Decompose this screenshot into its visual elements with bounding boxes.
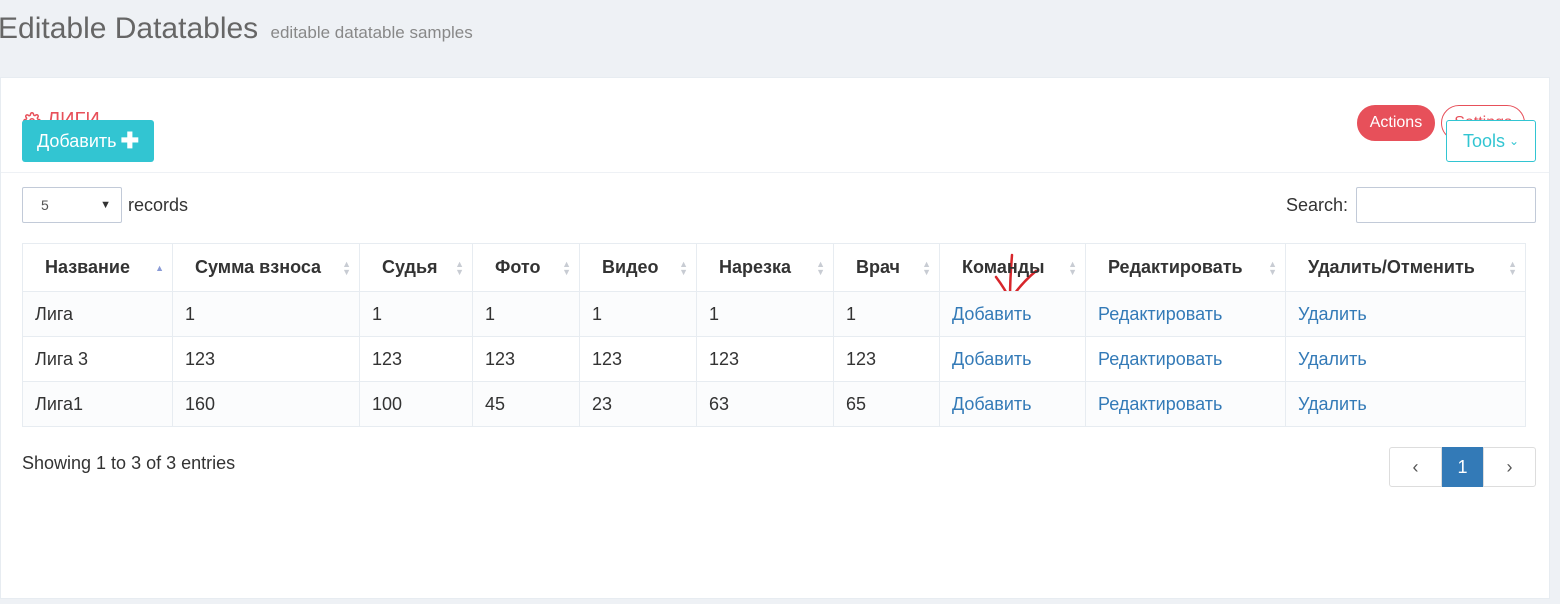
column-header[interactable]: Сумма взноса ▲ ▼	[172, 243, 360, 292]
sort-asc-icon: ▲	[155, 262, 164, 273]
cell-photo: 123	[472, 336, 580, 382]
portlet-header: ЛИГИ Actions Settings	[1, 78, 1549, 173]
column-header[interactable]: Фото ▲ ▼	[472, 243, 580, 292]
edit-link[interactable]: Редактировать	[1085, 381, 1286, 427]
column-header[interactable]: Название ▲	[22, 243, 173, 292]
cell-judge: 1	[359, 291, 473, 337]
cell-cut: 1	[696, 291, 834, 337]
table-row: Лига 3 123 123 123 123 123 123 Добавить …	[22, 336, 1526, 382]
pagination: ‹ 1 ›	[1389, 447, 1536, 487]
plus-icon: ✚	[120, 128, 139, 153]
column-header-label: Врач	[856, 257, 901, 277]
cell-cut: 123	[696, 336, 834, 382]
sort-icon: ▲ ▼	[1068, 258, 1077, 277]
column-header[interactable]: Команды ▲ ▼	[939, 243, 1086, 292]
add-teams-link[interactable]: Добавить	[939, 336, 1086, 382]
cell-photo: 45	[472, 381, 580, 427]
chevron-down-icon: ⌄	[1508, 134, 1520, 148]
search-control: Search:	[1286, 187, 1536, 223]
sort-icon: ▲ ▼	[679, 258, 688, 277]
column-header[interactable]: Видео ▲ ▼	[579, 243, 697, 292]
column-header-label: Фото	[495, 257, 541, 277]
sort-icon: ▲ ▼	[816, 258, 825, 277]
sort-icon: ▲ ▼	[455, 258, 464, 277]
cell-doctor: 1	[833, 291, 940, 337]
records-length-control: 5 ▼ records	[22, 187, 188, 223]
records-label: records	[128, 194, 189, 215]
cell-cut: 63	[696, 381, 834, 427]
cell-video: 123	[579, 336, 697, 382]
column-header-label: Видео	[602, 257, 659, 277]
column-header[interactable]: Нарезка ▲ ▼	[696, 243, 834, 292]
records-select-value: 5	[41, 197, 49, 213]
tools-button-label: Tools	[1462, 130, 1505, 151]
cell-name: Лига1	[22, 381, 173, 427]
page-button-current[interactable]: 1	[1442, 447, 1483, 487]
add-teams-link[interactable]: Добавить	[939, 381, 1086, 427]
edit-link[interactable]: Редактировать	[1085, 291, 1286, 337]
page-subtitle: editable datatable samples	[270, 23, 473, 42]
cell-name: Лига	[22, 291, 173, 337]
prev-page-button[interactable]: ‹	[1389, 447, 1442, 487]
cell-doctor: 65	[833, 381, 940, 427]
cell-judge: 123	[359, 336, 473, 382]
sort-icon: ▲ ▼	[342, 258, 351, 277]
search-input[interactable]	[1356, 187, 1536, 223]
add-button[interactable]: Добавить ✚	[22, 120, 154, 162]
caret-down-icon: ▼	[100, 199, 111, 211]
cell-fee: 1	[172, 291, 360, 337]
delete-link[interactable]: Удалить	[1285, 381, 1526, 427]
add-teams-link[interactable]: Добавить	[939, 291, 1086, 337]
table-row: Лига 1 1 1 1 1 1 Добавить Редактировать …	[22, 291, 1526, 337]
leagues-table: Название ▲ Сумма взноса ▲ ▼ Судья ▲ ▼ Фото ▲ ▼ …	[22, 243, 1526, 427]
records-select[interactable]: 5 ▼	[22, 187, 122, 223]
delete-link[interactable]: Удалить	[1285, 336, 1526, 382]
column-header[interactable]: Редактировать ▲ ▼	[1085, 243, 1286, 292]
cell-photo: 1	[472, 291, 580, 337]
column-header-label: Сумма взноса	[195, 257, 322, 277]
sort-icon: ▲ ▼	[1268, 258, 1277, 277]
search-label: Search:	[1285, 194, 1348, 215]
column-header-label: Судья	[382, 257, 438, 277]
cell-fee: 160	[172, 381, 360, 427]
cell-doctor: 123	[833, 336, 940, 382]
actions-button[interactable]: Actions	[1356, 105, 1436, 141]
edit-link[interactable]: Редактировать	[1085, 336, 1286, 382]
column-header[interactable]: Врач ▲ ▼	[833, 243, 940, 292]
column-header-label: Команды	[962, 257, 1045, 277]
page-title: Editable Datatables editable datatable s…	[0, 12, 473, 46]
delete-link[interactable]: Удалить	[1285, 291, 1526, 337]
sort-icon: ▲ ▼	[922, 258, 931, 277]
column-header-label: Редактировать	[1108, 257, 1243, 277]
cell-judge: 100	[359, 381, 473, 427]
table-header-row: Название ▲ Сумма взноса ▲ ▼ Судья ▲ ▼ Фото ▲ ▼ …	[22, 243, 1526, 292]
table-row: Лига1 160 100 45 23 63 65 Добавить Редак…	[22, 381, 1526, 427]
column-header[interactable]: Судья ▲ ▼	[359, 243, 473, 292]
tools-button[interactable]: Tools ⌄	[1446, 120, 1536, 162]
table-info: Showing 1 to 3 of 3 entries	[22, 453, 236, 473]
cell-name: Лига 3	[22, 336, 173, 382]
cell-fee: 123	[172, 336, 360, 382]
column-header-label: Название	[45, 257, 130, 277]
column-header-label: Удалить/Отменить	[1308, 257, 1475, 277]
next-page-button[interactable]: ›	[1483, 447, 1536, 487]
cell-video: 1	[579, 291, 697, 337]
column-header-label: Нарезка	[719, 257, 791, 277]
cell-video: 23	[579, 381, 697, 427]
sort-icon: ▲ ▼	[562, 258, 571, 277]
sort-icon: ▲ ▼	[1508, 258, 1517, 277]
column-header[interactable]: Удалить/Отменить ▲ ▼	[1285, 243, 1526, 292]
add-button-label: Добавить	[37, 130, 117, 151]
page-title-text: Editable Datatables	[0, 12, 259, 45]
